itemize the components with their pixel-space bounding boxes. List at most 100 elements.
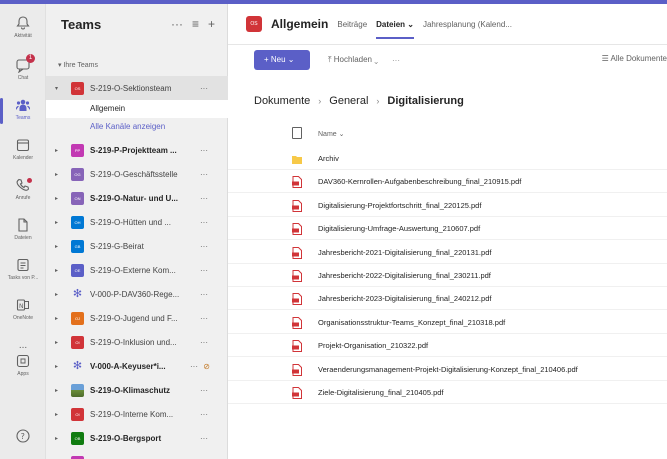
team-avatar: PP bbox=[71, 143, 84, 157]
file-row[interactable]: Digitalisierung-Umfrage-Auswertung_21060… bbox=[228, 218, 667, 241]
team-row[interactable]: ▸AKS-219-A-KIT··· bbox=[46, 450, 228, 459]
team-more-button[interactable]: ··· bbox=[200, 410, 208, 419]
team-row[interactable]: ▸ GB S-219-G-Beirat ··· bbox=[46, 234, 228, 258]
show-all-channels-link[interactable]: Alle Kanäle anzeigen bbox=[46, 118, 228, 136]
team-row[interactable]: ▸ OB S-219-O-Bergsport ··· bbox=[46, 426, 228, 450]
file-name[interactable]: Ziele-Digitalisierung_final_210405.pdf bbox=[318, 388, 444, 397]
file-row[interactable]: Veraenderungsmanagement-Projekt-Digitali… bbox=[228, 359, 667, 381]
file-name[interactable]: Digitalisierung-Umfrage-Auswertung_21060… bbox=[318, 224, 480, 233]
file-name[interactable]: Jahresbericht-2023-Digitalisierung_final… bbox=[318, 294, 491, 303]
file-name[interactable]: Organisationsstruktur-Teams_Konzept_fina… bbox=[318, 318, 505, 327]
chevron-right-icon[interactable]: ▸ bbox=[55, 363, 65, 370]
chevron-right-icon[interactable]: ▸ bbox=[55, 147, 65, 154]
team-more-button[interactable]: ··· bbox=[200, 290, 208, 299]
toolbar-more-button[interactable]: ··· bbox=[392, 56, 400, 65]
file-name[interactable]: Jahresbericht-2021-Digitalisierung_final… bbox=[318, 248, 491, 257]
tab-files[interactable]: Dateien ⌄ bbox=[376, 4, 414, 45]
chevron-right-icon[interactable]: ▸ bbox=[55, 219, 65, 226]
tab-posts[interactable]: Beiträge bbox=[337, 4, 367, 45]
folder-row[interactable]: Archiv bbox=[228, 148, 667, 170]
file-row[interactable]: Ziele-Digitalisierung_final_210405.pdf bbox=[228, 382, 667, 404]
team-row[interactable]: ▸ S-219-O-Klimaschutz ··· bbox=[46, 378, 228, 402]
team-avatar: AK bbox=[71, 455, 84, 459]
file-name[interactable]: Projekt-Organisation_210322.pdf bbox=[318, 341, 428, 350]
tab-year-planning[interactable]: Jahresplanung (Kalend... bbox=[423, 4, 512, 45]
chevron-right-icon[interactable]: ▸ bbox=[55, 339, 65, 346]
team-more-button[interactable]: ··· bbox=[200, 266, 208, 275]
filter-icon[interactable]: ≡ bbox=[192, 17, 199, 31]
chevron-right-icon[interactable]: ▸ bbox=[55, 315, 65, 322]
rail-files[interactable]: Dateien bbox=[0, 212, 46, 252]
team-row[interactable]: ▾ OS S-219-O-Sektionsteam ··· bbox=[46, 76, 228, 100]
team-name: S-219-O-Natur- und U... bbox=[90, 193, 179, 203]
breadcrumb-root[interactable]: Dokumente bbox=[254, 95, 310, 107]
team-more-button[interactable]: ··· bbox=[200, 146, 208, 155]
team-name: S-219-O-Geschäftsstelle bbox=[90, 169, 178, 179]
column-name-header[interactable]: Name ⌄ bbox=[318, 130, 344, 138]
rail-calendar[interactable]: Kalender bbox=[0, 132, 46, 172]
team-more-button[interactable]: ··· bbox=[200, 314, 208, 323]
team-more-button[interactable]: ··· bbox=[200, 218, 208, 227]
team-row[interactable]: ▸ ✻ V-000-A-Keyuser*i... ··· ⊘ bbox=[46, 354, 228, 378]
upload-button[interactable]: ⤒ Hochladen ⌄ bbox=[328, 55, 378, 65]
chevron-right-icon[interactable]: ▸ bbox=[55, 411, 65, 418]
section-your-teams[interactable]: ▾ Ihre Teams bbox=[58, 61, 98, 69]
rail-calls[interactable]: Anrufe bbox=[0, 172, 46, 212]
file-name[interactable]: Archiv bbox=[318, 154, 339, 163]
team-row[interactable]: ▸ OH S-219-O-Hütten und ... ··· bbox=[46, 210, 228, 234]
team-more-button[interactable]: ··· bbox=[200, 242, 208, 251]
team-row[interactable]: ▸ ON S-219-O-Natur- und U... ··· bbox=[46, 186, 228, 210]
file-row[interactable]: Projekt-Organisation_210322.pdf bbox=[228, 335, 667, 358]
file-row[interactable]: Digitalisierung-Projektfortschritt_final… bbox=[228, 195, 667, 217]
panel-title: Teams bbox=[61, 16, 102, 32]
rail-apps[interactable]: Apps bbox=[0, 348, 46, 388]
rail-help[interactable]: ? bbox=[0, 418, 46, 458]
new-button[interactable]: + Neu ⌄ bbox=[254, 50, 310, 70]
file-name[interactable]: DAV360-Kernrollen-Aufgabenbeschreibung_f… bbox=[318, 177, 521, 186]
rail-label: OneNote bbox=[12, 315, 33, 321]
chevron-right-icon[interactable]: ▸ bbox=[55, 291, 65, 298]
team-row[interactable]: ▸ PP S-219-P-Projektteam ... ··· bbox=[46, 138, 228, 162]
rail-label: Dateien bbox=[14, 235, 32, 241]
team-row[interactable]: ▸ OI S-219-O-Interne Kom... ··· bbox=[46, 402, 228, 426]
team-avatar: OI bbox=[71, 407, 84, 421]
chevron-right-icon[interactable]: ▸ bbox=[55, 267, 65, 274]
rail-chat[interactable]: 1 Chat bbox=[0, 52, 46, 92]
file-name[interactable]: Digitalisierung-Projektfortschritt_final… bbox=[318, 201, 481, 210]
file-row[interactable]: DAV360-Kernrollen-Aufgabenbeschreibung_f… bbox=[228, 171, 667, 194]
team-row[interactable]: ▸ OI S-219-O-Inklusion und... ··· bbox=[46, 330, 228, 354]
breadcrumb-mid[interactable]: General bbox=[329, 95, 368, 107]
team-more-button[interactable]: ··· bbox=[200, 434, 208, 443]
team-more-button[interactable]: ··· bbox=[200, 84, 208, 93]
rail-onenote[interactable]: N OneNote bbox=[0, 292, 46, 332]
team-more-button[interactable]: ··· bbox=[200, 386, 208, 395]
add-team-button[interactable]: + bbox=[208, 17, 215, 31]
team-more-button[interactable]: ··· bbox=[200, 170, 208, 179]
team-more-button[interactable]: ··· bbox=[190, 362, 198, 371]
team-row[interactable]: ▸ OJ S-219-O-Jugend und F... ··· bbox=[46, 306, 228, 330]
rail-planner[interactable]: Tasks von P... bbox=[0, 252, 46, 292]
file-name[interactable]: Veraenderungsmanagement-Projekt-Digitali… bbox=[318, 365, 578, 374]
rail-activity[interactable]: Aktivität bbox=[0, 10, 46, 50]
chevron-right-icon[interactable]: ▸ bbox=[55, 435, 65, 442]
file-name[interactable]: Jahresbericht-2022-Digitalisierung_final… bbox=[318, 271, 491, 280]
team-more-button[interactable]: ··· bbox=[200, 338, 208, 347]
chevron-right-icon[interactable]: ▸ bbox=[55, 387, 65, 394]
file-row[interactable]: Organisationsstruktur-Teams_Konzept_fina… bbox=[228, 312, 667, 334]
view-selector[interactable]: ☰ Alle Dokumente bbox=[602, 54, 667, 63]
file-row[interactable]: Jahresbericht-2023-Digitalisierung_final… bbox=[228, 288, 667, 311]
team-row[interactable]: ▸ OE S-219-O-Externe Kom... ··· bbox=[46, 258, 228, 282]
chevron-down-icon[interactable]: ▾ bbox=[55, 85, 65, 92]
file-row[interactable]: Jahresbericht-2021-Digitalisierung_final… bbox=[228, 242, 667, 264]
chevron-right-icon[interactable]: ▸ bbox=[55, 243, 65, 250]
team-row[interactable]: ▸ OG S-219-O-Geschäftsstelle ··· bbox=[46, 162, 228, 186]
rail-teams[interactable]: Teams bbox=[0, 92, 46, 132]
chevron-right-icon[interactable]: ▸ bbox=[55, 171, 65, 178]
team-name: S-219-O-Klimaschutz bbox=[90, 385, 171, 395]
channel-item-allgemein[interactable]: Allgemein bbox=[46, 100, 228, 118]
chevron-right-icon[interactable]: ▸ bbox=[55, 195, 65, 202]
team-more-button[interactable]: ··· bbox=[200, 194, 208, 203]
panel-more-button[interactable]: ··· bbox=[171, 17, 183, 31]
file-row[interactable]: Jahresbericht-2022-Digitalisierung_final… bbox=[228, 265, 667, 287]
team-row[interactable]: ▸ ✻ V-000-P-DAV360-Rege... ··· bbox=[46, 282, 228, 306]
